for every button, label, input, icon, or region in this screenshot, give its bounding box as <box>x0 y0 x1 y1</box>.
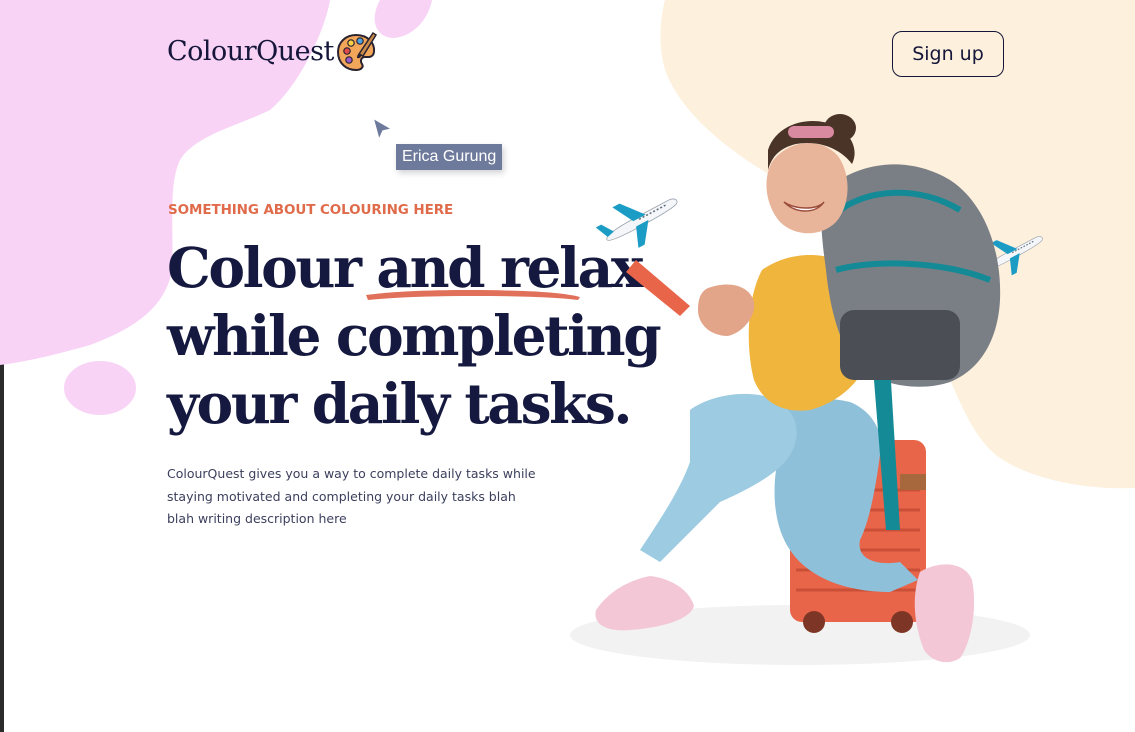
traveler-on-suitcase-illustration <box>570 114 1030 665</box>
signup-button[interactable]: Sign up <box>892 31 1004 77</box>
pink-blob-small-top <box>374 0 432 38</box>
brand-name: ColourQuest <box>167 35 334 67</box>
cursor-arrow-icon <box>371 116 395 143</box>
palette-icon <box>336 31 377 72</box>
pink-blob-small <box>64 361 136 415</box>
brand-logo[interactable]: ColourQuest <box>167 30 377 72</box>
hero-eyebrow: SOMETHING ABOUT COLOURING HERE <box>168 202 454 218</box>
collaborator-name-tag: Erica Gurung <box>396 144 503 170</box>
hero-description: ColourQuest gives you a way to complete … <box>167 466 536 526</box>
